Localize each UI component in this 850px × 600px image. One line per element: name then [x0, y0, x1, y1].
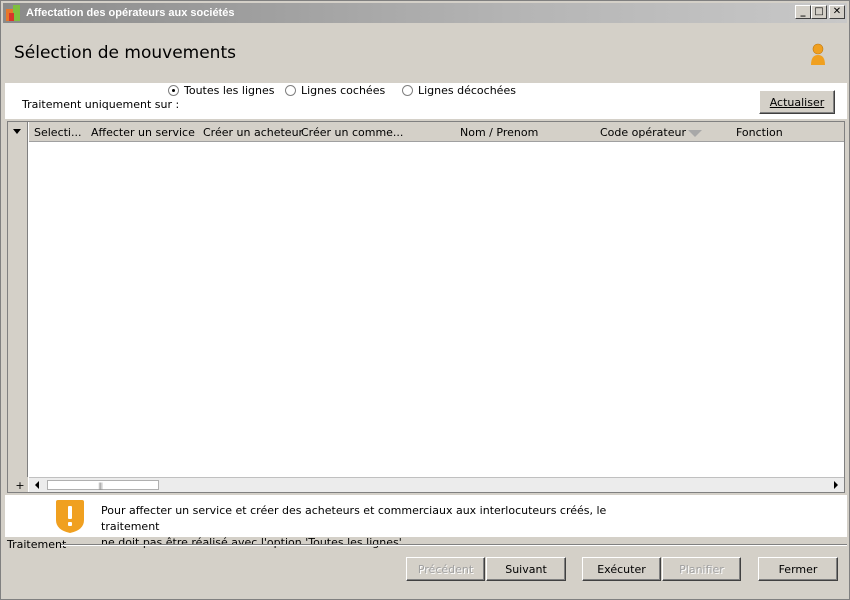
radio-unchecked-lines[interactable]: Lignes décochées — [402, 84, 516, 97]
add-row-icon[interactable]: + — [14, 479, 26, 492]
column-selection[interactable]: Selecti... — [34, 126, 81, 139]
info-message-line-2: ne doit pas être réalisé avec l'option '… — [101, 536, 406, 549]
execute-button[interactable]: Exécuter — [582, 557, 661, 581]
refresh-button[interactable]: Actualiser — [759, 90, 835, 114]
scroll-left-icon[interactable] — [35, 481, 39, 489]
main-window: Affectation des opérateurs aux sociétés … — [0, 0, 850, 600]
schedule-button[interactable]: Planifier — [662, 557, 741, 581]
column-name[interactable]: Nom / Prenom — [460, 126, 538, 139]
sort-descending-icon — [687, 129, 702, 137]
footer-divider-highlight — [61, 545, 847, 546]
maximize-button[interactable]: □ — [811, 5, 827, 19]
title-bar[interactable]: Affectation des opérateurs aux sociétés … — [3, 3, 847, 23]
processing-scope-label: Traitement uniquement sur : — [22, 98, 180, 111]
scroll-right-icon[interactable] — [834, 481, 838, 489]
page-header: Sélection de mouvements — [3, 25, 847, 83]
app-logo-icon — [6, 5, 22, 21]
scrollbar-grip-icon: ||| — [98, 482, 103, 490]
radio-all-lines[interactable]: Toutes les lignes — [168, 84, 274, 97]
previous-button[interactable]: Précédent — [406, 557, 485, 581]
radio-all-lines-indicator[interactable] — [168, 85, 179, 96]
radio-unchecked-lines-label[interactable]: Lignes décochées — [418, 84, 516, 97]
column-menu-icon[interactable] — [13, 129, 21, 134]
radio-checked-lines-label[interactable]: Lignes cochées — [301, 84, 385, 97]
column-create-salesperson[interactable]: Créer un comme... — [301, 126, 403, 139]
window-controls: _ □ ✕ — [795, 5, 845, 19]
column-operator-code-label: Code opérateur — [600, 126, 686, 139]
column-operator-code[interactable]: Code opérateur — [600, 126, 702, 139]
operators-grid[interactable]: Selecti... Affecter un service Créer un … — [7, 121, 845, 493]
scrollbar-thumb[interactable]: ||| — [47, 480, 159, 490]
grid-header: Selecti... Affecter un service Créer un … — [29, 122, 844, 142]
row-selector-column — [8, 122, 28, 492]
user-icon — [811, 43, 825, 65]
radio-checked-lines[interactable]: Lignes cochées — [285, 84, 385, 97]
minimize-button[interactable]: _ — [795, 5, 811, 19]
close-button[interactable]: Fermer — [758, 557, 838, 581]
radio-all-lines-label[interactable]: Toutes les lignes — [184, 84, 274, 97]
window-title: Affectation des opérateurs aux sociétés — [26, 7, 235, 19]
column-create-buyer[interactable]: Créer un acheteur — [203, 126, 303, 139]
warning-icon — [56, 500, 84, 533]
info-panel: Pour affecter un service et créer des ac… — [5, 495, 847, 549]
close-window-button[interactable]: ✕ — [829, 5, 845, 19]
column-assign-service[interactable]: Affecter un service — [91, 126, 195, 139]
next-button[interactable]: Suivant — [486, 557, 566, 581]
radio-unchecked-lines-indicator[interactable] — [402, 85, 413, 96]
processing-options: Traitement uniquement sur : Toutes les l… — [5, 83, 847, 119]
radio-checked-lines-indicator[interactable] — [285, 85, 296, 96]
info-message-line-1: Pour affecter un service et créer des ac… — [101, 504, 607, 533]
processing-group-label: Traitement — [7, 538, 67, 551]
column-function[interactable]: Fonction — [736, 126, 783, 139]
page-title: Sélection de mouvements — [14, 43, 236, 63]
horizontal-scrollbar[interactable]: + ||| — [15, 477, 844, 492]
